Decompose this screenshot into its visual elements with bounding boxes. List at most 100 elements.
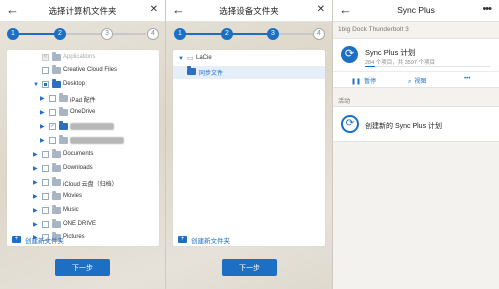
step-line-done [12,33,60,35]
tree-row-applications[interactable]: ✕ Applications [7,52,159,65]
tree-row-movies[interactable]: ▶ Movies [7,191,159,204]
pause-label: 暂停 [364,79,377,85]
chevron-right-icon[interactable]: ▶ [33,180,38,187]
checkbox-checked[interactable]: ✓ [49,123,56,130]
tree-row-ipad[interactable]: ▶ iPad 配件 [7,93,159,106]
folder-icon [59,135,68,144]
tree-row-sync-folder[interactable]: 同步文件 [173,66,325,79]
chevron-right-icon[interactable]: ▶ [33,152,38,159]
drive-label: LaCie [196,55,212,61]
page-title: 选择设备文件夹 [219,6,279,16]
folder-icon [52,52,61,61]
pause-icon: ❚❚ [351,79,362,85]
folder-icon [59,121,68,130]
chevron-down-icon[interactable]: ▼ [178,56,184,63]
tree-row-one-drive[interactable]: ▶ ONE DRIVE [7,219,159,232]
sync-add-icon [341,115,359,133]
checkbox[interactable] [42,67,49,74]
checkbox[interactable]: ✕ [42,54,49,61]
panel-computer-folder: ← 选择计算机文件夹 ✕ 1 2 3 4 ✕ Applications Crea… [0,0,165,289]
view-button[interactable]: ⌕ 视图 [408,76,426,86]
chevron-right-icon[interactable]: ▶ [33,166,38,173]
tree-row-desktop[interactable]: ▼ Desktop [7,79,159,92]
chevron-right-icon[interactable]: ▶ [40,110,45,117]
chevron-right-icon[interactable]: ▶ [40,124,45,131]
checkbox[interactable] [42,221,49,228]
step-2: 2 [54,28,66,40]
folder-icon [52,163,61,172]
tree-row-blurred-2[interactable]: ▶ [7,135,159,148]
chevron-right-icon[interactable]: ▶ [40,96,45,103]
step-4: 4 [147,28,159,40]
stepper: 1 2 3 4 [0,22,165,46]
folder-icon [52,219,61,228]
tree-row-music[interactable]: ▶ Music [7,205,159,218]
checkbox[interactable] [42,165,49,172]
folder-icon [52,79,61,88]
checkbox[interactable] [42,81,49,88]
row-label: Creative Cloud Files [63,67,118,73]
row-label: Desktop [63,81,86,87]
more-dots-icon[interactable]: ••• [482,3,492,15]
header: ← Sync Plus ••• [333,0,499,22]
checkbox[interactable] [42,151,49,158]
row-label: Documents [63,151,94,157]
row-label: Applications [63,54,96,60]
folder-icon [52,149,61,158]
folder-icon [52,177,61,186]
folder-icon [59,107,68,116]
checkbox[interactable] [49,95,56,102]
folder-icon [52,65,61,74]
stepper: 1 2 3 4 [166,22,332,46]
step-3: 3 [101,28,113,40]
tree-row-documents[interactable]: ▶ Documents [7,149,159,162]
checkbox[interactable] [42,179,49,186]
row-label: ONE DRIVE [63,221,97,227]
tree-row-blurred-1[interactable]: ▶ ✓ [7,121,159,134]
header: ← 选择设备文件夹 ✕ [166,0,332,22]
chevron-right-icon[interactable]: ▶ [33,194,38,201]
section-label: 活动 [338,99,351,105]
drive-icon: ▭ [187,55,194,62]
more-button[interactable]: ••• [464,76,470,82]
tree-row-creative-cloud[interactable]: Creative Cloud Files [7,65,159,78]
tree-row-downloads[interactable]: ▶ Downloads [7,163,159,176]
panel-device-folder: ← 选择设备文件夹 ✕ 1 2 3 4 ▼ ▭ LaCie 同步文件 + 创建新… [166,0,332,289]
checkbox[interactable] [42,207,49,214]
device-name: 1big Dock Thunderbolt 3 [338,26,409,33]
sync-plan-card[interactable]: Sync Plus 计划 284 个项目，共 3597 个项目 ❚❚暂停 ⌕视图… [333,38,499,88]
page-title: Sync Plus [397,5,435,15]
row-label: Music [63,207,79,213]
pause-button[interactable]: ❚❚ 暂停 [351,76,376,85]
chevron-right-icon[interactable]: ▶ [33,222,38,229]
plan-name: Sync Plus 计划 [365,48,416,57]
search-icon: ⌕ [408,79,412,85]
chevron-down-icon[interactable]: ▼ [33,82,39,89]
checkbox[interactable] [49,137,56,144]
checkbox[interactable] [49,109,56,116]
next-button[interactable]: 下一步 [55,259,110,276]
device-tree: ▼ ▭ LaCie 同步文件 [173,50,325,246]
progress-bar [365,66,490,67]
row-label: OneDrive [70,109,96,115]
folder-icon [52,205,61,214]
chevron-right-icon[interactable]: ▶ [33,208,38,215]
step-4: 4 [313,28,325,40]
checkbox[interactable] [42,193,49,200]
folder-icon [187,66,196,75]
redacted-label [70,123,114,130]
tree-row-icloud[interactable]: ▶ iCloud 云盘（归档） [7,177,159,190]
step-1: 1 [174,28,186,40]
tree-row-onedrive[interactable]: ▶ OneDrive [7,107,159,120]
step-2: 2 [221,28,233,40]
page-title: 选择计算机文件夹 [48,6,117,16]
close-icon[interactable]: ✕ [317,4,325,15]
tree-row-lacie[interactable]: ▼ ▭ LaCie [173,53,325,66]
chevron-right-icon[interactable]: ▶ [40,138,45,145]
next-button[interactable]: 下一步 [222,259,277,276]
panel-sync-plus: ← Sync Plus ••• 1big Dock Thunderbolt 3 … [333,0,499,289]
create-plan-button[interactable]: 创建新的 Sync Plus 计划 [333,106,499,142]
close-icon[interactable]: ✕ [150,4,158,15]
redacted-label [70,137,124,144]
folder-icon [59,93,68,102]
